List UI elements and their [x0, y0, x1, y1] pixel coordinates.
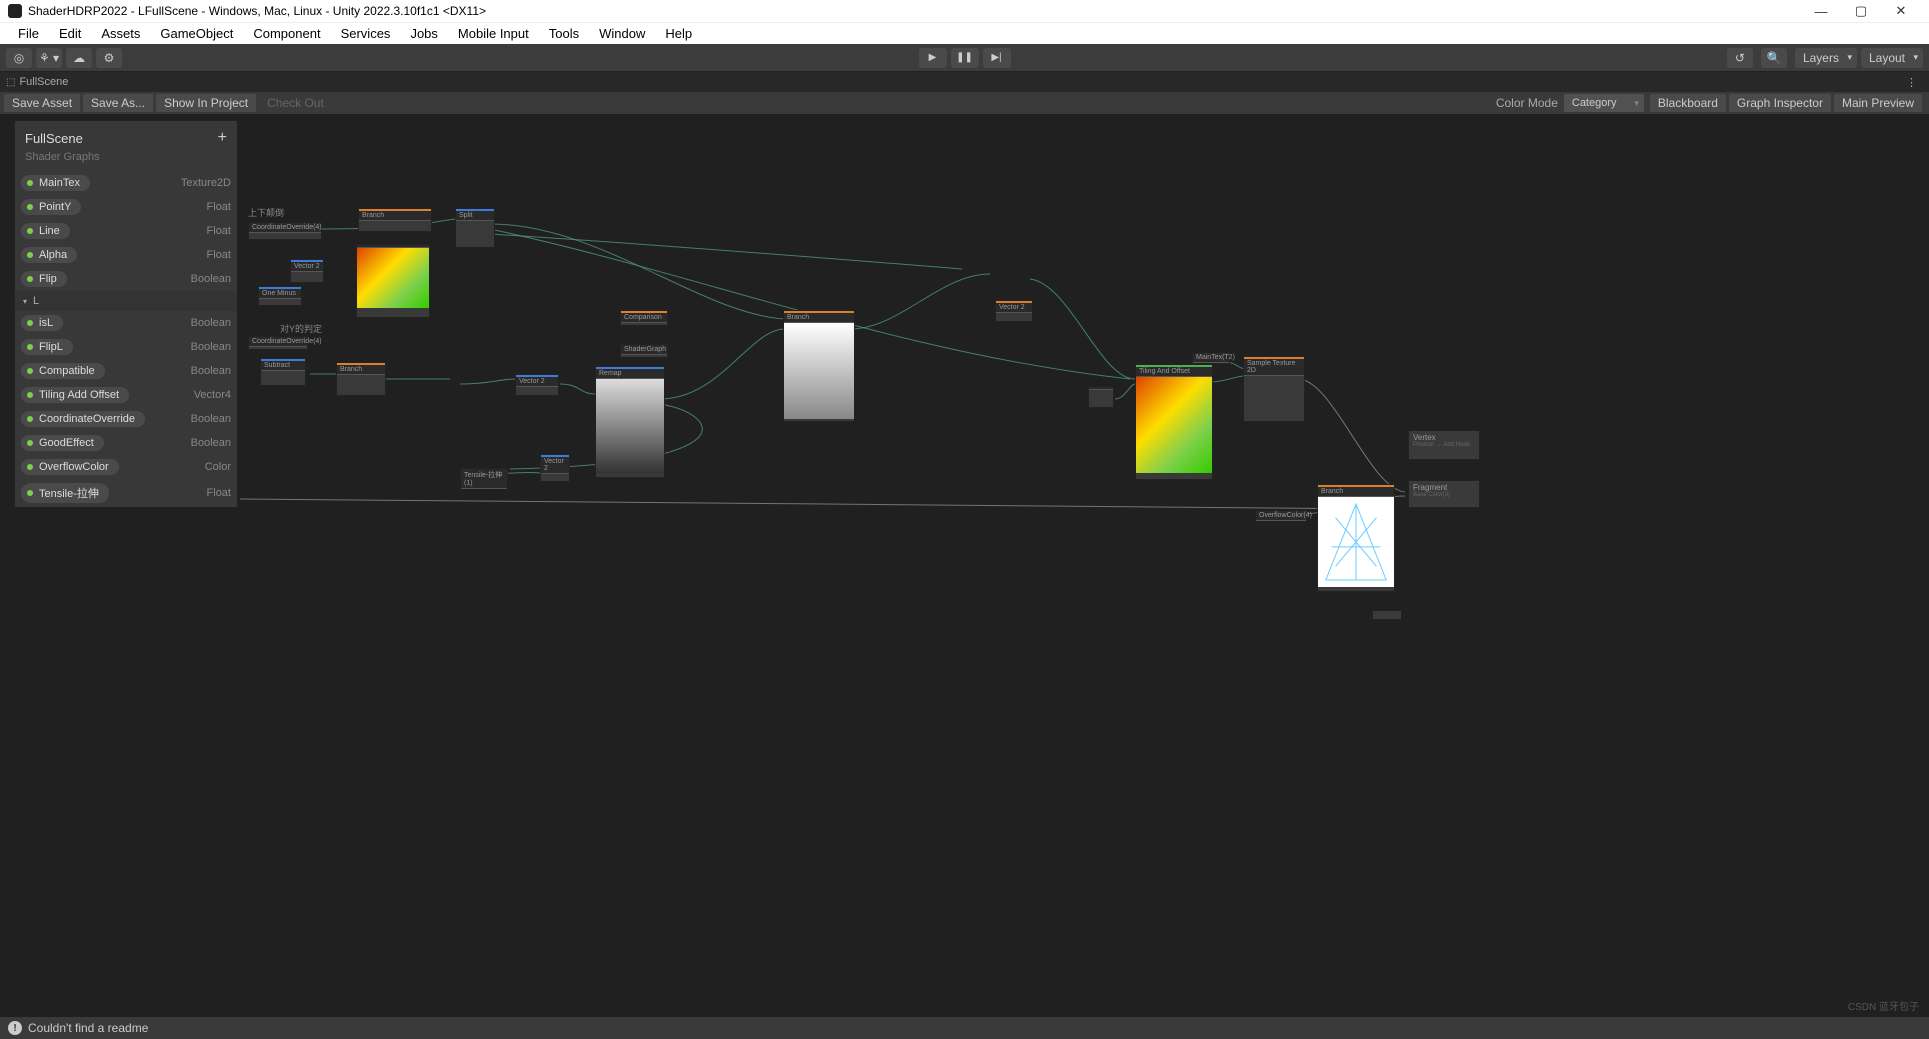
menu-assets[interactable]: Assets [91, 26, 150, 41]
search-icon[interactable]: 🔍 [1761, 48, 1787, 68]
sticky-note-2[interactable]: 对Y的判定 [280, 322, 322, 335]
node-branch-2[interactable]: Branch [336, 362, 386, 396]
node-vector2-3[interactable]: Vector 2 [540, 454, 570, 482]
minimize-button[interactable]: — [1801, 4, 1841, 19]
node-oneminus[interactable]: One Minus [258, 286, 302, 306]
property-overflowcolor[interactable]: OverflowColorColor [15, 455, 237, 479]
unity-logo-icon [8, 4, 22, 18]
menu-services[interactable]: Services [331, 26, 401, 41]
menu-window[interactable]: Window [589, 26, 655, 41]
picker-dropdown[interactable]: ⚘ ▾ [36, 48, 62, 68]
node-coordinateoverride[interactable]: CoordinateOverride(4) [248, 222, 322, 240]
main-toolbar: ◎ ⚘ ▾ ☁ ⚙ ▶ ❚❚ ▶| ↺ 🔍 Layers Layout [0, 44, 1929, 72]
node-split-1[interactable]: Split [455, 208, 495, 248]
node-output-stub[interactable] [1372, 610, 1402, 620]
node-remap[interactable]: Remap [595, 366, 665, 478]
check-out-button: Check Out [259, 94, 332, 112]
undo-history-icon[interactable]: ↺ [1727, 48, 1753, 68]
property-goodeffect[interactable]: GoodEffectBoolean [15, 431, 237, 455]
property-tensile-[interactable]: Tensile-拉伸Float [15, 479, 237, 507]
save-asset-button[interactable]: Save Asset [4, 94, 80, 112]
tab-menu-icon[interactable]: ⋮ [1900, 76, 1923, 89]
blackboard-panel[interactable]: FullScene + Shader Graphs MainTexTexture… [14, 120, 238, 508]
graph-canvas[interactable]: FullScene + Shader Graphs MainTexTexture… [0, 114, 1929, 1017]
menu-help[interactable]: Help [655, 26, 702, 41]
node-branch-1[interactable]: Branch [358, 208, 432, 232]
step-button[interactable]: ▶| [983, 48, 1011, 68]
status-message: Couldn't find a readme [28, 1021, 148, 1035]
account-icon[interactable]: ◎ [6, 48, 32, 68]
node-vertex[interactable]: VertexPosition → Add Node [1408, 430, 1480, 460]
menu-mobileinput[interactable]: Mobile Input [448, 26, 539, 41]
node-tiling-and-offset[interactable]: Tiling And Offset [1135, 364, 1213, 480]
property-line[interactable]: LineFloat [15, 219, 237, 243]
tab-row: ⬚ FullScene ⋮ [0, 72, 1929, 92]
blackboard-category-l[interactable]: L [15, 291, 237, 311]
play-button[interactable]: ▶ [919, 48, 947, 68]
property-tiling-add-offset[interactable]: Tiling Add OffsetVector4 [15, 383, 237, 407]
settings-icon[interactable]: ⚙ [96, 48, 122, 68]
property-alpha[interactable]: AlphaFloat [15, 243, 237, 267]
close-button[interactable]: ✕ [1881, 3, 1921, 19]
node-gradient-preview-1[interactable] [356, 244, 430, 318]
node-sample-texture-2d[interactable]: Sample Texture 2D [1243, 356, 1305, 422]
property-pointy[interactable]: PointYFloat [15, 195, 237, 219]
node-overflowcolor[interactable]: OverflowColor(4) [1255, 510, 1307, 522]
node-vector2-4[interactable]: Vector 2 [995, 300, 1033, 322]
node-shadergraph[interactable]: ShaderGraph [620, 344, 668, 358]
menu-tools[interactable]: Tools [539, 26, 589, 41]
window-title: ShaderHDRP2022 - LFullScene - Windows, M… [28, 4, 1801, 18]
property-flip[interactable]: FlipBoolean [15, 267, 237, 291]
add-property-button[interactable]: + [218, 129, 227, 147]
main-preview-toggle[interactable]: Main Preview [1834, 94, 1922, 112]
node-branch-4[interactable]: Branch [1317, 484, 1395, 592]
window-titlebar: ShaderHDRP2022 - LFullScene - Windows, M… [0, 0, 1929, 22]
graph-toolbar: Save Asset Save As... Show In Project Ch… [0, 92, 1929, 114]
property-flipl[interactable]: FlipLBoolean [15, 335, 237, 359]
property-maintex[interactable]: MainTexTexture2D [15, 171, 237, 195]
blackboard-subtitle: Shader Graphs [15, 151, 237, 171]
property-compatible[interactable]: CompatibleBoolean [15, 359, 237, 383]
node-comparison[interactable]: Comparison [620, 310, 668, 326]
graph-inspector-toggle[interactable]: Graph Inspector [1729, 94, 1831, 112]
node-subtract[interactable]: Subtract [260, 358, 306, 386]
node-vector2-2[interactable]: Vector 2 [515, 374, 559, 396]
watermark-text: CSDN 蓝牙包子 [1848, 998, 1919, 1013]
node-fragment[interactable]: FragmentBase Color(3) [1408, 480, 1480, 508]
color-mode-label: Color Mode [1496, 96, 1558, 110]
status-bar: ! Couldn't find a readme [0, 1017, 1929, 1039]
node-vector2-1[interactable]: Vector 2 [290, 259, 324, 283]
node-input-bottom[interactable] [1088, 386, 1114, 408]
node-maintex[interactable]: MainTex(T2) [1192, 352, 1230, 364]
menu-jobs[interactable]: Jobs [400, 26, 447, 41]
graph-wires [0, 114, 1929, 1017]
cloud-icon[interactable]: ☁ [66, 48, 92, 68]
blackboard-title: FullScene [25, 131, 83, 146]
color-mode-dropdown[interactable]: Category [1564, 94, 1644, 112]
maximize-button[interactable]: ▢ [1841, 3, 1881, 19]
node-tensile[interactable]: Tensile-拉伸(1) [460, 468, 508, 480]
menu-component[interactable]: Component [243, 26, 330, 41]
property-coordinateoverride[interactable]: CoordinateOverrideBoolean [15, 407, 237, 431]
save-as-button[interactable]: Save As... [83, 94, 153, 112]
menu-file[interactable]: File [8, 26, 49, 41]
menu-bar: File Edit Assets GameObject Component Se… [0, 22, 1929, 44]
error-icon[interactable]: ! [8, 1021, 22, 1035]
layout-dropdown[interactable]: Layout [1861, 48, 1923, 68]
tab-fullscene[interactable]: FullScene [19, 76, 68, 88]
property-isl[interactable]: isLBoolean [15, 311, 237, 335]
menu-edit[interactable]: Edit [49, 26, 91, 41]
sticky-note-1[interactable]: 上下颠倒 [248, 206, 284, 219]
layers-dropdown[interactable]: Layers [1795, 48, 1857, 68]
shadergraph-tab-icon: ⬚ [6, 77, 15, 88]
blackboard-toggle[interactable]: Blackboard [1650, 94, 1726, 112]
pause-button[interactable]: ❚❚ [951, 48, 979, 68]
menu-gameobject[interactable]: GameObject [150, 26, 243, 41]
show-in-project-button[interactable]: Show In Project [156, 94, 256, 112]
node-coordinateoverride-2[interactable]: CoordinateOverride(4) [248, 336, 308, 350]
node-branch-3[interactable]: Branch [783, 310, 855, 422]
